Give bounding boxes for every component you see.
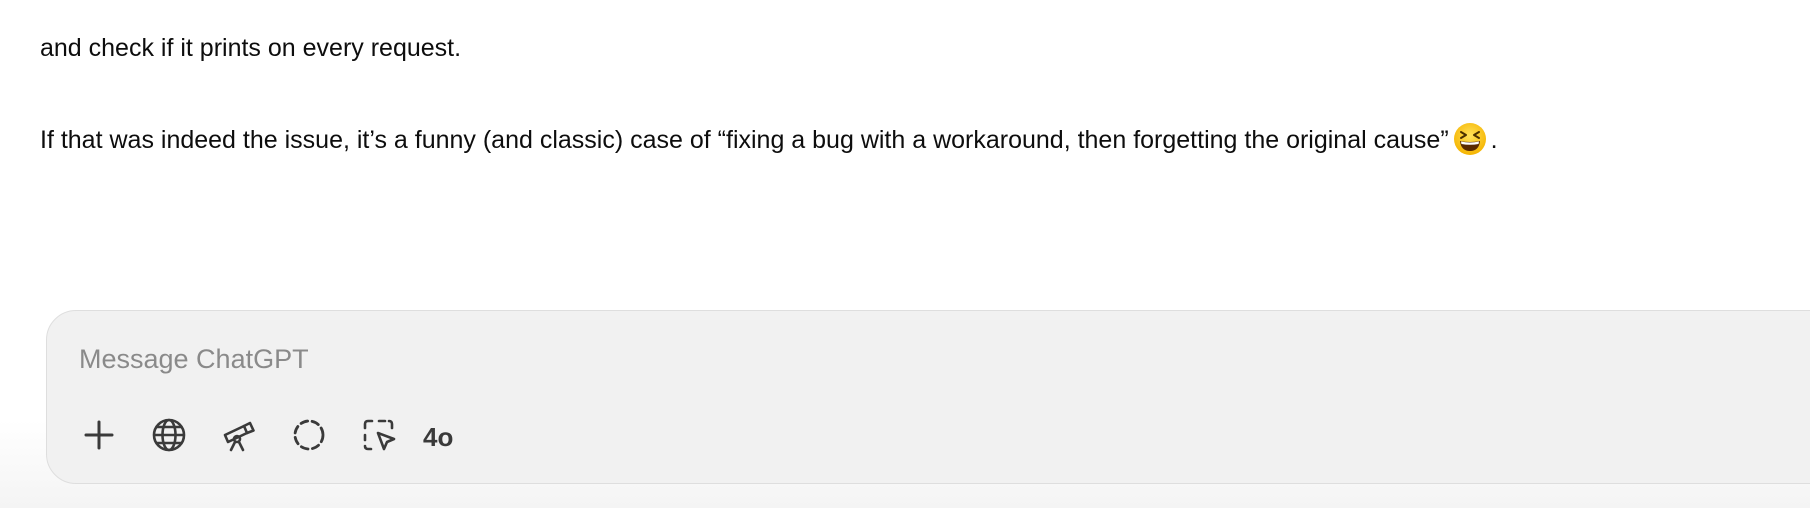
message-text: and check if it prints on every request. <box>40 34 462 62</box>
globe-icon <box>149 415 189 460</box>
composer-toolbar: 4o <box>75 413 453 461</box>
message-text: If that was indeed the issue, it’s a fun… <box>40 126 1449 154</box>
message-trailing-text: . <box>1490 126 1498 154</box>
message-input[interactable] <box>79 339 1279 379</box>
message-paragraph: If that was indeed the issue, it’s a fun… <box>40 122 1780 158</box>
search-web-button[interactable] <box>145 413 193 461</box>
dashed-circle-icon <box>289 415 329 460</box>
assistant-message: and check if it prints on every request.… <box>40 30 1780 158</box>
cursor-select-icon <box>359 415 399 460</box>
plus-icon <box>79 415 119 460</box>
select-region-button[interactable] <box>355 413 403 461</box>
deep-research-button[interactable] <box>215 413 263 461</box>
model-selector[interactable]: 4o <box>423 422 453 453</box>
add-attachment-button[interactable] <box>75 413 123 461</box>
grinning-squinting-face-emoji <box>1453 122 1487 156</box>
telescope-icon <box>219 415 259 460</box>
chat-page: and check if it prints on every request.… <box>0 0 1810 508</box>
message-paragraph: and check if it prints on every request. <box>40 30 1780 66</box>
message-composer: 4o <box>46 310 1810 484</box>
reason-button[interactable] <box>285 413 333 461</box>
